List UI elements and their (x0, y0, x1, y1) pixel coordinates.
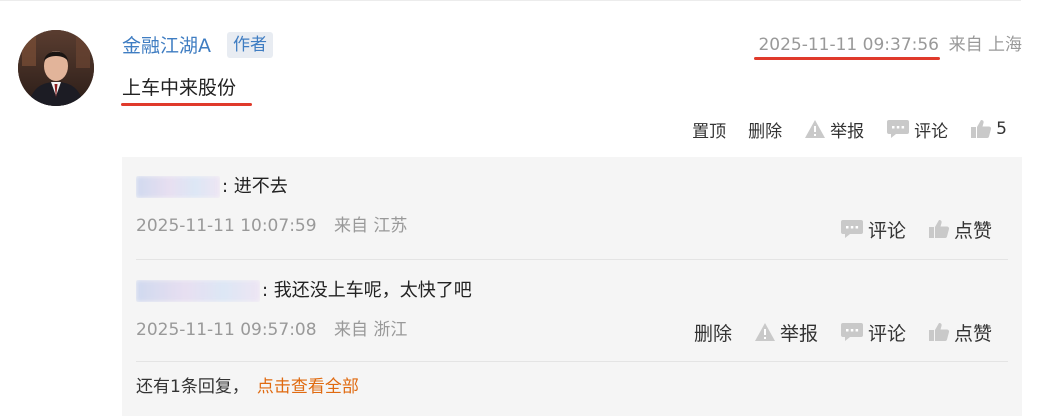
like-button[interactable]: 5 (970, 119, 1007, 139)
timestamp-highlight-underline (754, 57, 940, 60)
speech-bubble-icon (840, 219, 864, 239)
reply-username-redacted[interactable] (136, 176, 220, 198)
delete-label: 删除 (748, 121, 783, 142)
comment-button[interactable]: 评论 (886, 117, 948, 142)
reply-comment-button[interactable]: 评论 (840, 319, 906, 346)
reply-text: : 我还没上车呢，太快了吧 (262, 280, 472, 301)
warning-triangle-icon (804, 119, 826, 139)
content-highlight-underline (121, 103, 252, 106)
comment-label: 评论 (914, 121, 949, 142)
reply-text-body: 进不去 (233, 176, 288, 197)
thumbs-up-icon (970, 119, 992, 139)
post-actions: 置顶 删除 举报 评论 5 (692, 116, 1007, 142)
pin-label: 置顶 (692, 121, 727, 142)
reply-delete-button[interactable]: 删除 (694, 319, 732, 346)
reply-comment-button[interactable]: 评论 (840, 216, 906, 243)
reply-divider (136, 259, 1008, 260)
reply-text: : 进不去 (222, 176, 288, 197)
reply-delete-label: 删除 (693, 322, 732, 345)
reply-comment-label: 评论 (867, 322, 906, 345)
reply-username-redacted[interactable] (136, 280, 260, 302)
thumbs-up-icon (928, 322, 950, 342)
reply-like-button[interactable]: 点赞 (928, 319, 992, 346)
reply-report-label: 举报 (779, 322, 818, 345)
reply-text-body: 我还没上车呢，太快了吧 (273, 280, 472, 301)
reply-timestamp: 2025-11-11 10:07:59 (136, 216, 317, 236)
view-all-replies-link[interactable]: 点击查看全部 (257, 377, 359, 397)
reply-location: 来自 浙江 (334, 320, 408, 340)
speech-bubble-icon (886, 119, 910, 139)
reply-actions: 评论 点赞 (840, 216, 992, 242)
reply-like-label: 点赞 (953, 322, 992, 345)
reply-comment-label: 评论 (867, 219, 906, 242)
reply-actions: 删除 举报 评论 点赞 (694, 319, 992, 345)
more-replies: 还有1条回复， 点击查看全部 (136, 376, 359, 398)
delete-button[interactable]: 删除 (748, 117, 782, 142)
pin-button[interactable]: 置顶 (692, 117, 726, 142)
thumbs-up-icon (928, 219, 950, 239)
reply-report-button[interactable]: 举报 (754, 319, 818, 346)
reply-list: : 进不去 2025-11-11 10:07:59 来自 江苏 评论 点赞: … (122, 157, 1022, 416)
report-label: 举报 (830, 121, 865, 142)
post-content: 上车中来股份 (122, 77, 237, 99)
like-count: 5 (996, 119, 1007, 139)
warning-triangle-icon (754, 322, 776, 342)
more-replies-count: 还有1条回复， (136, 377, 249, 397)
speech-bubble-icon (840, 322, 864, 342)
report-button[interactable]: 举报 (804, 117, 864, 142)
reply-divider (136, 361, 1008, 362)
reply-like-label: 点赞 (953, 219, 992, 242)
reply-timestamp: 2025-11-11 09:57:08 (136, 320, 317, 340)
post-location: 来自 上海 (948, 35, 1022, 55)
author-badge: 作者 (227, 32, 273, 58)
comment-thread: 金融江湖A 作者 2025-11-11 09:37:56 来自 上海 上车中来股… (0, 0, 1041, 418)
author-name[interactable]: 金融江湖A (122, 34, 211, 58)
reply-like-button[interactable]: 点赞 (928, 216, 992, 243)
reply-location: 来自 江苏 (334, 216, 408, 236)
top-divider (0, 0, 1021, 1)
post-timestamp: 2025-11-11 09:37:56 (758, 35, 939, 55)
avatar[interactable] (18, 30, 94, 106)
